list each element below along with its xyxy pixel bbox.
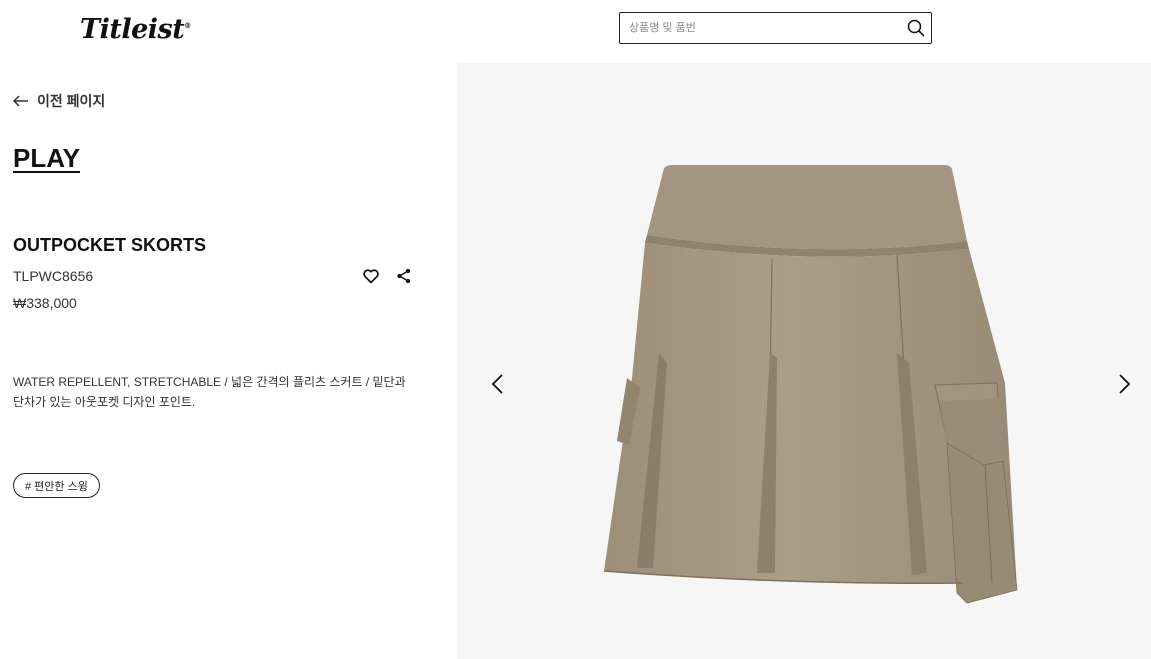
- arrow-left-icon: [13, 95, 28, 107]
- titleist-logo[interactable]: Titleist®: [80, 14, 191, 45]
- search-icon[interactable]: [907, 19, 925, 37]
- back-label: 이전 페이지: [37, 93, 106, 109]
- logo-text: Titleist: [80, 14, 185, 45]
- chevron-right-icon[interactable]: [1113, 372, 1135, 396]
- product-image: [603, 165, 1018, 604]
- search-input[interactable]: [629, 19, 899, 37]
- share-icon[interactable]: [395, 267, 413, 285]
- search-box: [619, 12, 932, 44]
- chevron-left-icon[interactable]: [487, 372, 509, 396]
- product-code: TLPWC8656: [13, 268, 94, 284]
- product-image-gallery: [457, 63, 1151, 659]
- product-price: ₩338,000: [13, 295, 77, 311]
- hashtag-button[interactable]: # 편안한 스윙: [13, 473, 100, 498]
- back-link[interactable]: 이전 페이지: [13, 91, 105, 111]
- product-description: WATER REPELLENT, STRETCHABLE / 넓은 간격의 플리…: [13, 375, 406, 409]
- category-title[interactable]: PLAY: [13, 143, 80, 174]
- site-header: Titleist®: [0, 0, 1151, 60]
- product-name: OUTPOCKET SKORTS: [13, 235, 207, 255]
- logo-registered-mark: ®: [184, 21, 191, 30]
- heart-icon[interactable]: [362, 267, 380, 285]
